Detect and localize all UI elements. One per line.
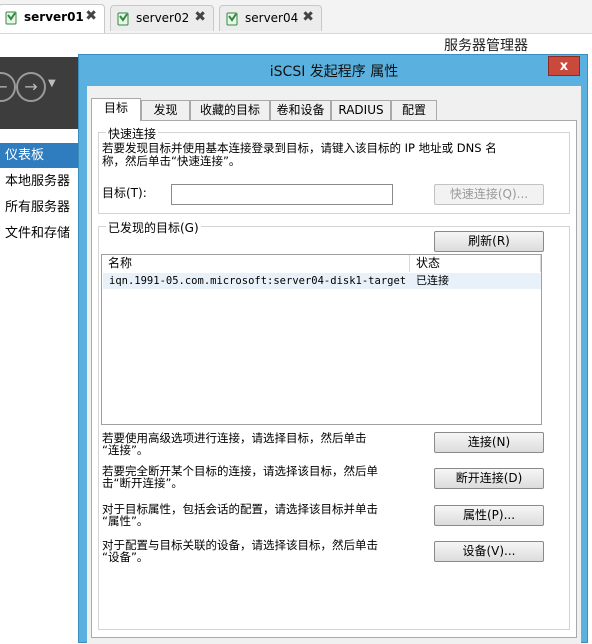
disconnect-description-2: 击“断开连接”。 bbox=[102, 476, 183, 490]
dialog-close-button[interactable]: x bbox=[548, 56, 580, 76]
close-icon[interactable]: ✖ bbox=[194, 9, 206, 25]
sidebar-item-all-servers[interactable]: 所有服务器 bbox=[0, 195, 78, 220]
refresh-button[interactable]: 刷新(R) bbox=[434, 231, 544, 252]
connect-button[interactable]: 连接(N) bbox=[434, 432, 544, 453]
target-label: 目标(T): bbox=[102, 186, 147, 200]
sidebar: 仪表板 本地服务器 所有服务器 文件和存储 bbox=[0, 129, 79, 643]
tab-radius[interactable]: RADIUS bbox=[331, 100, 391, 120]
tab-label: server01 bbox=[24, 10, 84, 24]
close-icon[interactable]: ✖ bbox=[302, 9, 314, 25]
tab-discovery[interactable]: 发现 bbox=[141, 100, 190, 120]
close-icon[interactable]: ✖ bbox=[85, 8, 97, 24]
tab-targets[interactable]: 目标 bbox=[91, 98, 141, 121]
tab-strip: server01 ✖ server02 ✖ server04 ✖ bbox=[0, 0, 592, 34]
tab-server04[interactable]: server04 ✖ bbox=[219, 5, 322, 31]
tab-server01[interactable]: server01 ✖ bbox=[0, 4, 105, 33]
server-tab-icon bbox=[117, 12, 129, 26]
server-tab-icon bbox=[226, 12, 238, 26]
devices-description-2: “设备”。 bbox=[102, 550, 149, 564]
sidebar-item-dashboard[interactable]: 仪表板 bbox=[0, 143, 78, 168]
quick-connect-label: 快速连接 bbox=[106, 125, 159, 142]
server-manager-title: 服务器管理器 bbox=[444, 38, 528, 54]
target-status-cell: 已连接 bbox=[416, 274, 449, 287]
tab-configuration[interactable]: 配置 bbox=[391, 100, 437, 120]
quick-connect-description-2: 称，然后单击“快速连接”。 bbox=[102, 154, 241, 168]
tab-volumes-devices[interactable]: 卷和设备 bbox=[270, 100, 331, 120]
sidebar-item-local-server[interactable]: 本地服务器 bbox=[0, 169, 78, 194]
table-row[interactable]: iqn.1991-05.com.microsoft:server04-disk1… bbox=[103, 273, 541, 289]
tab-server02[interactable]: server02 ✖ bbox=[110, 5, 214, 31]
tab-favorite-targets[interactable]: 收藏的目标 bbox=[190, 100, 270, 120]
target-name-cell: iqn.1991-05.com.microsoft:server04-disk1… bbox=[109, 275, 407, 287]
column-header-name[interactable]: 名称 bbox=[102, 255, 410, 272]
target-input[interactable] bbox=[171, 184, 393, 205]
dialog-title: iSCSI 发起程序 属性 bbox=[269, 64, 399, 80]
forward-arrow-icon[interactable]: → bbox=[16, 72, 46, 102]
devices-button[interactable]: 设备(V)... bbox=[434, 541, 544, 562]
sidebar-item-file-storage[interactable]: 文件和存储 bbox=[0, 221, 78, 246]
tab-label: server04 bbox=[245, 11, 299, 25]
iscsi-properties-dialog: iSCSI 发起程序 属性 x 目标 发现 收藏的目标 卷和设备 RADIUS … bbox=[78, 54, 588, 644]
dialog-body: 目标 发现 收藏的目标 卷和设备 RADIUS 配置 快速连接 若要发现目标并使… bbox=[87, 86, 581, 644]
properties-button[interactable]: 属性(P)... bbox=[434, 505, 544, 526]
disconnect-button[interactable]: 断开连接(D) bbox=[434, 468, 544, 489]
targets-panel: 快速连接 若要发现目标并使用基本连接登录到目标，请键入该目标的 IP 地址或 D… bbox=[91, 120, 577, 638]
targets-list[interactable]: 名称 状态 iqn.1991-05.com.microsoft:server04… bbox=[101, 254, 542, 425]
discovered-targets-label: 已发现的目标(G) bbox=[106, 219, 201, 236]
quick-connect-button[interactable]: 快速连接(Q)... bbox=[434, 184, 544, 205]
connect-description-2: “连接”。 bbox=[102, 443, 149, 457]
properties-description-2: “属性”。 bbox=[102, 514, 149, 528]
chevron-down-icon[interactable]: ▼ bbox=[48, 78, 56, 89]
tab-label: server02 bbox=[136, 11, 190, 25]
column-header-status[interactable]: 状态 bbox=[410, 255, 541, 272]
server-tab-icon bbox=[5, 11, 17, 25]
